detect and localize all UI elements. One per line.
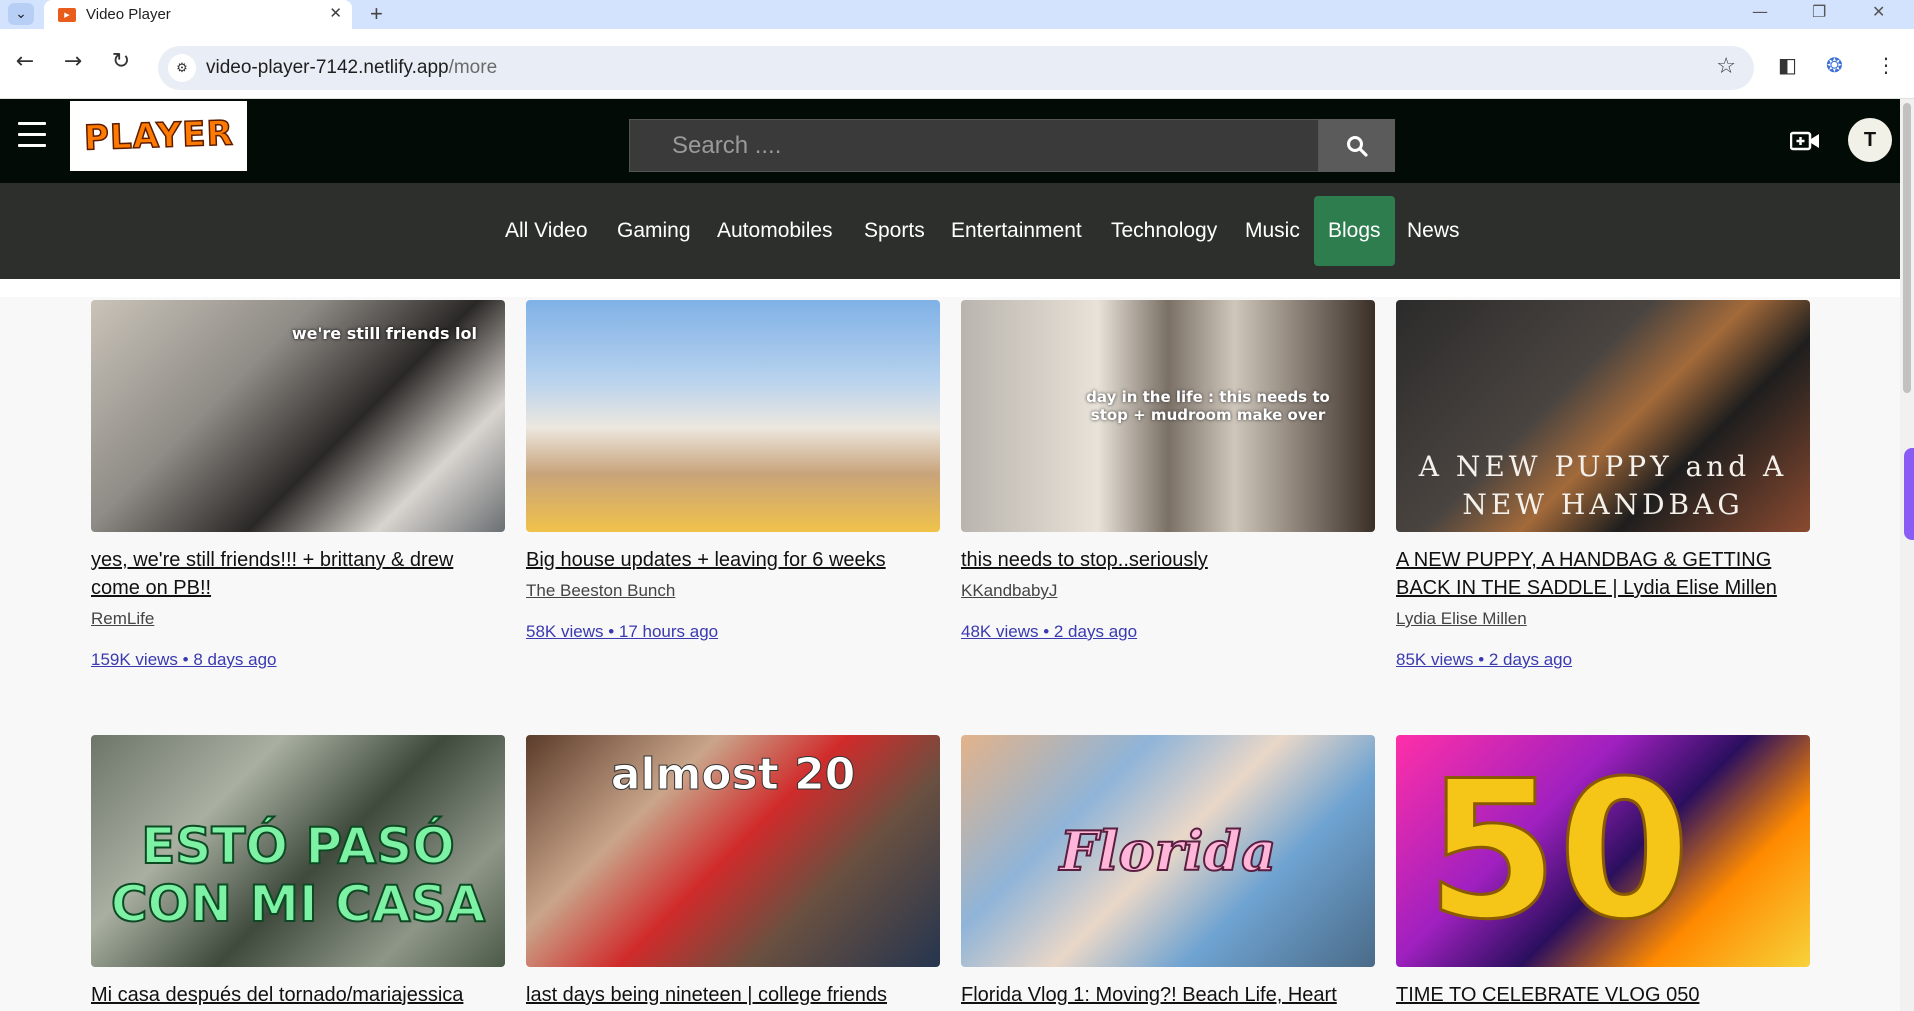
video-thumbnail[interactable] — [526, 300, 940, 532]
site-info-icon[interactable]: ⚙ — [168, 54, 196, 82]
category-news[interactable]: News — [1393, 196, 1474, 266]
video-channel[interactable]: Lydia Elise Millen — [1396, 606, 1810, 632]
video-meta[interactable]: 48K views • 2 days ago — [961, 622, 1375, 642]
video-card[interactable]: Big house updates + leaving for 6 weeks … — [526, 300, 940, 642]
category-gaming[interactable]: Gaming — [603, 196, 705, 266]
address-bar[interactable]: ⚙ video-player-7142.netlify.app/more ☆ — [158, 46, 1754, 90]
side-panel-handle[interactable] — [1904, 448, 1914, 540]
url-text[interactable]: video-player-7142.netlify.app/more — [206, 57, 497, 79]
video-card[interactable]: A NEW PUPPY and A NEW HANDBAG A NEW PUPP… — [1396, 300, 1810, 670]
video-channel[interactable]: RemLife — [91, 606, 505, 632]
category-music[interactable]: Music — [1231, 196, 1314, 266]
video-thumbnail[interactable]: ESTÓ PASÓ CON MI CASA — [91, 735, 505, 967]
video-card[interactable]: 50 TIME TO CELEBRATE VLOG 050 — [1396, 735, 1810, 1009]
video-title[interactable]: this needs to stop..seriously — [961, 546, 1375, 574]
logo-text: PLAYER — [82, 113, 234, 160]
video-title[interactable]: Big house updates + leaving for 6 weeks — [526, 546, 940, 574]
category-technology[interactable]: Technology — [1097, 196, 1231, 266]
thumbnail-caption: 50 — [1425, 739, 1692, 962]
content-divider — [0, 279, 1900, 297]
search-icon — [1347, 135, 1368, 157]
search-button[interactable] — [1319, 119, 1395, 172]
video-add-icon[interactable] — [1790, 131, 1820, 151]
thumbnail-caption: we're still friends lol — [291, 324, 477, 343]
browser-tab[interactable]: ▶ Video Player ✕ — [44, 0, 352, 29]
video-title[interactable]: A NEW PUPPY, A HANDBAG & GETTING BACK IN… — [1396, 546, 1810, 602]
video-card[interactable]: almost 20 last days being nineteen | col… — [526, 735, 940, 1009]
category-blogs[interactable]: Blogs — [1314, 196, 1395, 266]
forward-icon[interactable]: → — [58, 49, 88, 74]
video-meta[interactable]: 58K views • 17 hours ago — [526, 622, 940, 642]
video-title[interactable]: yes, we're still friends!!! + brittany &… — [91, 546, 505, 602]
thumbnail-caption: day in the life : this needs to stop + m… — [1086, 388, 1330, 424]
extension-icon[interactable]: ❂ — [1826, 53, 1843, 77]
restore-icon[interactable]: ❐ — [1812, 2, 1826, 21]
video-title[interactable]: Mi casa después del tornado/mariajessica — [91, 981, 505, 1009]
video-channel[interactable]: KKandbabyJ — [961, 578, 1375, 604]
video-thumbnail[interactable]: A NEW PUPPY and A NEW HANDBAG — [1396, 300, 1810, 532]
video-thumbnail[interactable]: almost 20 — [526, 735, 940, 967]
reload-icon[interactable]: ↻ — [106, 49, 136, 74]
side-panel-icon[interactable]: ◧ — [1778, 53, 1797, 77]
logo[interactable]: PLAYER — [70, 101, 247, 171]
tab-list-button[interactable]: ⌄ — [8, 3, 34, 25]
video-card[interactable]: day in the life : this needs to stop + m… — [961, 300, 1375, 642]
scrollbar-thumb[interactable] — [1903, 103, 1911, 393]
video-meta[interactable]: 85K views • 2 days ago — [1396, 650, 1810, 670]
video-title[interactable]: Florida Vlog 1: Moving?! Beach Life, Hea… — [961, 981, 1375, 1009]
tab-favicon-icon: ▶ — [58, 7, 76, 22]
category-nav: All Video Gaming Automobiles Sports Ente… — [0, 183, 1914, 279]
video-card[interactable]: Florida Florida Vlog 1: Moving?! Beach L… — [961, 735, 1375, 1009]
avatar[interactable]: T — [1848, 118, 1892, 162]
category-sports[interactable]: Sports — [850, 196, 939, 266]
video-thumbnail[interactable]: 50 — [1396, 735, 1810, 967]
new-tab-button[interactable]: + — [370, 1, 383, 27]
url-path: /more — [448, 57, 498, 78]
close-tab-icon[interactable]: ✕ — [329, 4, 342, 22]
search-box — [629, 119, 1320, 172]
category-all-video[interactable]: All Video — [491, 196, 602, 266]
video-thumbnail[interactable]: we're still friends lol — [91, 300, 505, 532]
video-title[interactable]: TIME TO CELEBRATE VLOG 050 — [1396, 981, 1810, 1009]
thumbnail-caption: A NEW PUPPY and A NEW HANDBAG — [1418, 450, 1788, 521]
video-channel[interactable]: The Beeston Bunch — [526, 578, 940, 604]
video-thumbnail[interactable]: day in the life : this needs to stop + m… — [961, 300, 1375, 532]
video-card[interactable]: ESTÓ PASÓ CON MI CASA Mi casa después de… — [91, 735, 505, 1009]
back-icon[interactable]: ← — [10, 49, 40, 74]
close-window-icon[interactable]: ✕ — [1872, 2, 1885, 21]
thumbnail-caption: almost 20 — [610, 749, 856, 801]
video-meta[interactable]: 159K views • 8 days ago — [91, 650, 505, 670]
app-header: PLAYER T — [0, 99, 1914, 183]
hamburger-menu-icon[interactable] — [18, 122, 46, 148]
minimize-icon[interactable]: — — [1752, 2, 1768, 21]
url-host: video-player-7142.netlify.app — [206, 57, 449, 78]
tab-title: Video Player — [86, 6, 171, 23]
category-automobiles[interactable]: Automobiles — [703, 196, 847, 266]
browser-tab-bar: ⌄ ▶ Video Player ✕ + — ❐ ✕ — [0, 0, 1914, 29]
thumbnail-caption: ESTÓ PASÓ CON MI CASA — [110, 816, 486, 934]
browser-toolbar: ← → ↻ ⚙ video-player-7142.netlify.app/mo… — [0, 29, 1914, 99]
page-scrollbar[interactable] — [1900, 99, 1914, 1011]
video-thumbnail[interactable]: Florida — [961, 735, 1375, 967]
video-title[interactable]: last days being nineteen | college frien… — [526, 981, 940, 1009]
video-card[interactable]: we're still friends lol yes, we're still… — [91, 300, 505, 670]
category-entertainment[interactable]: Entertainment — [937, 196, 1096, 266]
menu-dots-icon[interactable]: ⋮ — [1876, 53, 1896, 77]
thumbnail-caption: Florida — [1059, 818, 1278, 884]
bookmark-star-icon[interactable]: ☆ — [1716, 54, 1736, 79]
search-input[interactable] — [630, 120, 1320, 171]
